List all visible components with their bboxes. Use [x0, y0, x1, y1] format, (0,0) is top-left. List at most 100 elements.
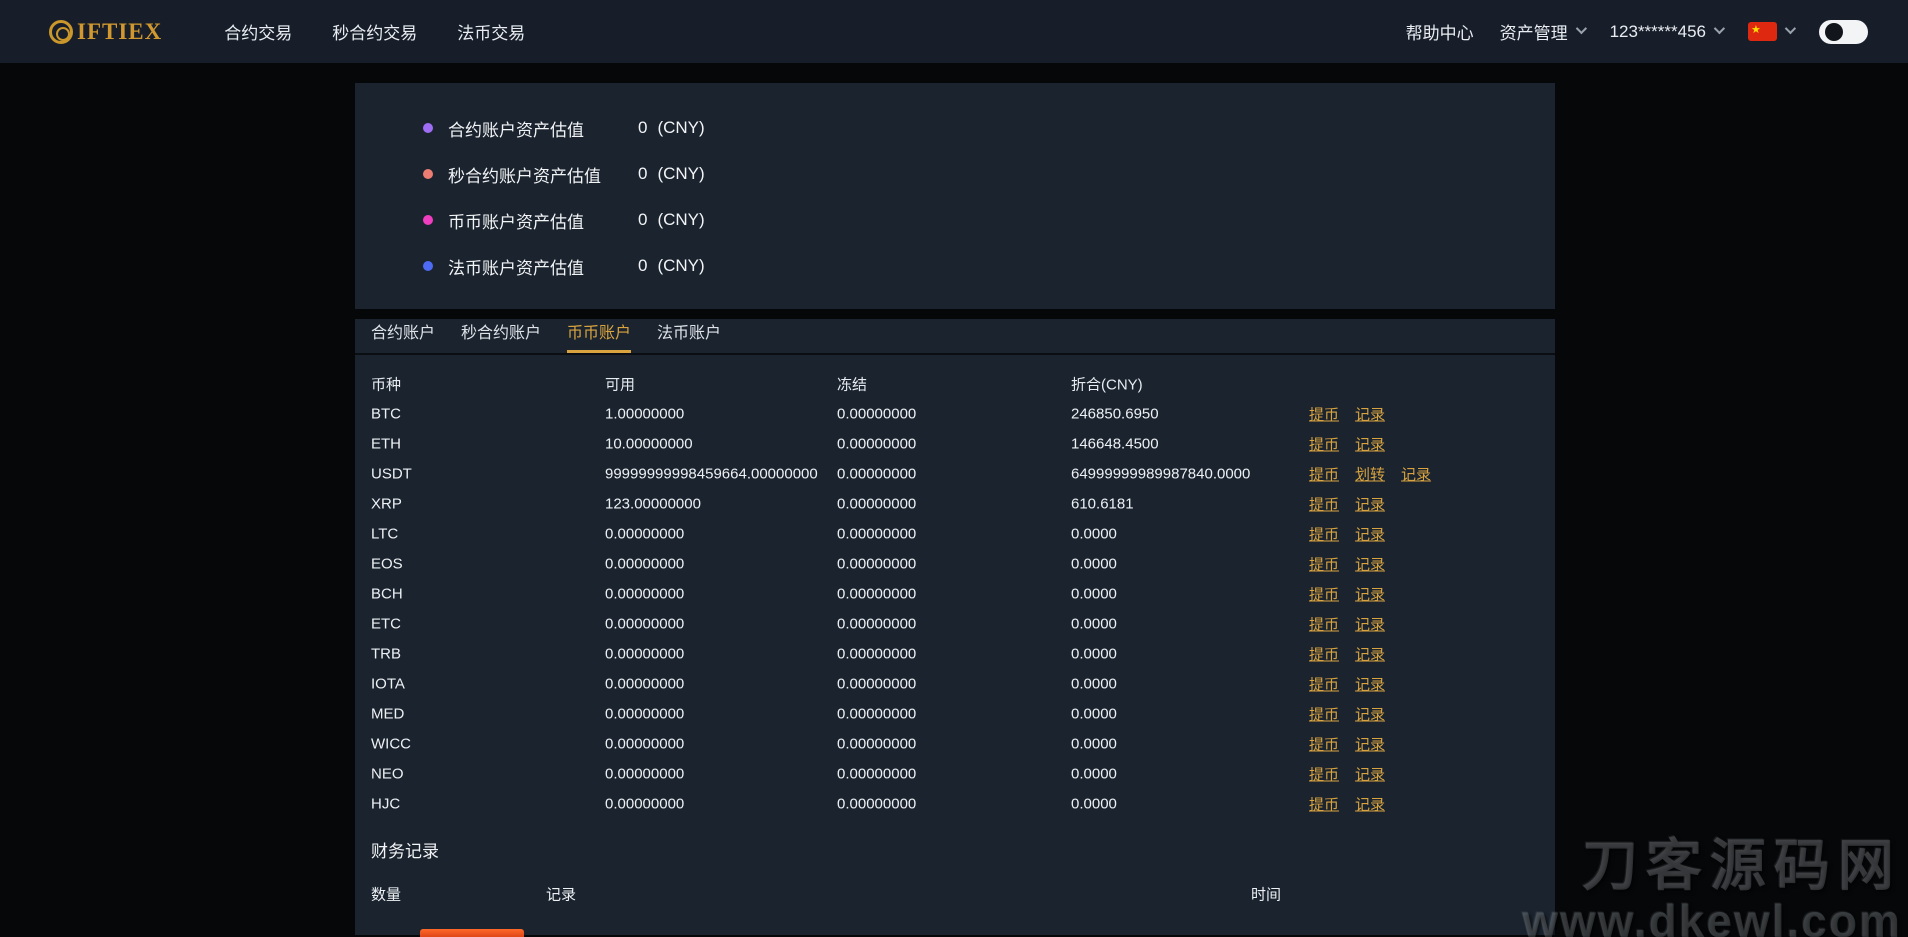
- available-amount: 10.00000000: [605, 435, 693, 453]
- cny-value: 0.0000: [1071, 705, 1117, 723]
- record-link[interactable]: 记录: [1355, 584, 1385, 605]
- frozen-amount: 0.00000000: [837, 495, 917, 513]
- frozen-amount: 0.00000000: [837, 435, 917, 453]
- summary-value: 0: [638, 164, 648, 183]
- frozen-amount: 0.00000000: [837, 765, 917, 783]
- tab-spot-account[interactable]: 币币账户: [567, 317, 632, 353]
- bullet-icon: [423, 169, 433, 179]
- finance-header-amount: 数量: [371, 886, 402, 904]
- withdraw-link[interactable]: 提币: [1309, 524, 1339, 545]
- coin-name: LTC: [371, 525, 399, 543]
- nav-help-center[interactable]: 帮助中心: [1406, 19, 1474, 44]
- coin-name: BCH: [371, 585, 403, 603]
- withdraw-link[interactable]: 提币: [1309, 614, 1339, 635]
- tab-fiat-account[interactable]: 法币账户: [657, 317, 721, 353]
- table-row: BCH 0.00000000 0.00000000 0.0000 提币 记录: [355, 579, 1555, 609]
- chevron-down-icon: [1713, 22, 1726, 34]
- withdraw-link[interactable]: 提币: [1309, 584, 1339, 605]
- bullet-icon: [423, 261, 433, 271]
- summary-label: 合约账户资产估值: [448, 120, 584, 140]
- nav-fiat-trading[interactable]: 法币交易: [457, 19, 525, 44]
- record-link[interactable]: 记录: [1355, 644, 1385, 665]
- record-link[interactable]: 记录: [1355, 554, 1385, 575]
- available-amount: 0.00000000: [605, 705, 685, 723]
- cny-value: 0.0000: [1071, 645, 1117, 663]
- record-link[interactable]: 记录: [1401, 464, 1431, 485]
- tab-second-contract-account[interactable]: 秒合约账户: [461, 317, 541, 353]
- header-cny: 折合(CNY): [1071, 376, 1143, 394]
- table-row: WICC 0.00000000 0.00000000 0.0000 提币 记录: [355, 729, 1555, 759]
- record-link[interactable]: 记录: [1355, 674, 1385, 695]
- finance-header-row: 数量 记录 时间: [355, 879, 1555, 909]
- available-amount: 0.00000000: [605, 555, 685, 573]
- record-link[interactable]: 记录: [1355, 524, 1385, 545]
- record-link[interactable]: 记录: [1355, 494, 1385, 515]
- available-amount: 0.00000000: [605, 645, 685, 663]
- asset-summary-panel: 合约账户资产估值 0 (CNY) 秒合约账户资产估值 0 (CNY) 币币账户资产估…: [355, 83, 1555, 309]
- record-link[interactable]: 记录: [1355, 434, 1385, 455]
- coin-name: TRB: [371, 645, 401, 663]
- table-row: HJC 0.00000000 0.00000000 0.0000 提币 记录: [355, 789, 1555, 819]
- withdraw-link[interactable]: 提币: [1309, 404, 1339, 425]
- summary-value: 0: [638, 256, 648, 275]
- language-selector[interactable]: ★: [1748, 22, 1797, 41]
- table-body: BTC 1.00000000 0.00000000 246850.6950 提币 记录 ET…: [355, 399, 1555, 819]
- watermark-text: 刀客源码网: [1582, 833, 1902, 897]
- record-link[interactable]: 记录: [1355, 404, 1385, 425]
- withdraw-link[interactable]: 提币: [1309, 644, 1339, 665]
- record-link[interactable]: 记录: [1355, 764, 1385, 785]
- nav-account-dropdown[interactable]: 123******456: [1610, 22, 1726, 42]
- cny-value: 0.0000: [1071, 735, 1117, 753]
- withdraw-link[interactable]: 提币: [1309, 734, 1339, 755]
- cny-value: 0.0000: [1071, 615, 1117, 633]
- tab-contract-account[interactable]: 合约账户: [371, 317, 435, 353]
- summary-value: 0: [638, 210, 648, 229]
- cny-value: 146648.4500: [1071, 435, 1159, 453]
- transfer-link[interactable]: 划转: [1355, 464, 1385, 485]
- record-link[interactable]: 记录: [1355, 734, 1385, 755]
- summary-unit: (CNY): [657, 256, 705, 275]
- coin-name: IOTA: [371, 675, 405, 693]
- withdraw-link[interactable]: 提币: [1309, 464, 1339, 485]
- table-row: MED 0.00000000 0.00000000 0.0000 提币 记录: [355, 699, 1555, 729]
- table-row: ETH 10.00000000 0.00000000 146648.4500 提币 记录: [355, 429, 1555, 459]
- withdraw-link[interactable]: 提币: [1309, 554, 1339, 575]
- cutoff-button[interactable]: [420, 929, 524, 937]
- nav-second-contract-trading[interactable]: 秒合约交易: [332, 19, 417, 44]
- account-tabs: 合约账户 秒合约账户 币币账户 法币账户: [355, 319, 1555, 355]
- frozen-amount: 0.00000000: [837, 645, 917, 663]
- withdraw-link[interactable]: 提币: [1309, 764, 1339, 785]
- available-amount: 0.00000000: [605, 765, 685, 783]
- record-link[interactable]: 记录: [1355, 614, 1385, 635]
- available-amount: 0.00000000: [605, 675, 685, 693]
- header-coin: 币种: [371, 376, 402, 394]
- summary-unit: (CNY): [657, 118, 705, 137]
- header-available: 可用: [605, 376, 636, 394]
- withdraw-link[interactable]: 提币: [1309, 494, 1339, 515]
- frozen-amount: 0.00000000: [837, 735, 917, 753]
- record-link[interactable]: 记录: [1355, 794, 1385, 815]
- withdraw-link[interactable]: 提币: [1309, 794, 1339, 815]
- withdraw-link[interactable]: 提币: [1309, 434, 1339, 455]
- frozen-amount: 0.00000000: [837, 405, 917, 423]
- withdraw-link[interactable]: 提币: [1309, 674, 1339, 695]
- coin-name: ETC: [371, 615, 401, 633]
- available-amount: 99999999998459664.00000000: [605, 465, 818, 483]
- nav-contract-trading[interactable]: 合约交易: [224, 19, 292, 44]
- record-link[interactable]: 记录: [1355, 704, 1385, 725]
- brand-logo[interactable]: IFTIEX: [49, 19, 162, 45]
- coin-logo-icon: [49, 19, 73, 44]
- asset-management-label: 资产管理: [1499, 24, 1568, 43]
- withdraw-link[interactable]: 提币: [1309, 704, 1339, 725]
- coin-name: WICC: [371, 735, 411, 753]
- summary-row-fiat: 法币账户资产估值 0 (CNY): [355, 243, 1555, 289]
- bullet-icon: [423, 215, 433, 225]
- frozen-amount: 0.00000000: [837, 465, 917, 483]
- summary-row-spot: 币币账户资产估值 0 (CNY): [355, 197, 1555, 243]
- summary-unit: (CNY): [657, 210, 705, 229]
- coin-name: USDT: [371, 465, 412, 483]
- theme-toggle[interactable]: [1819, 19, 1868, 44]
- table-row: ETC 0.00000000 0.00000000 0.0000 提币 记录: [355, 609, 1555, 639]
- nav-asset-management-dropdown[interactable]: 资产管理: [1499, 19, 1587, 44]
- table-row: IOTA 0.00000000 0.00000000 0.0000 提币 记录: [355, 669, 1555, 699]
